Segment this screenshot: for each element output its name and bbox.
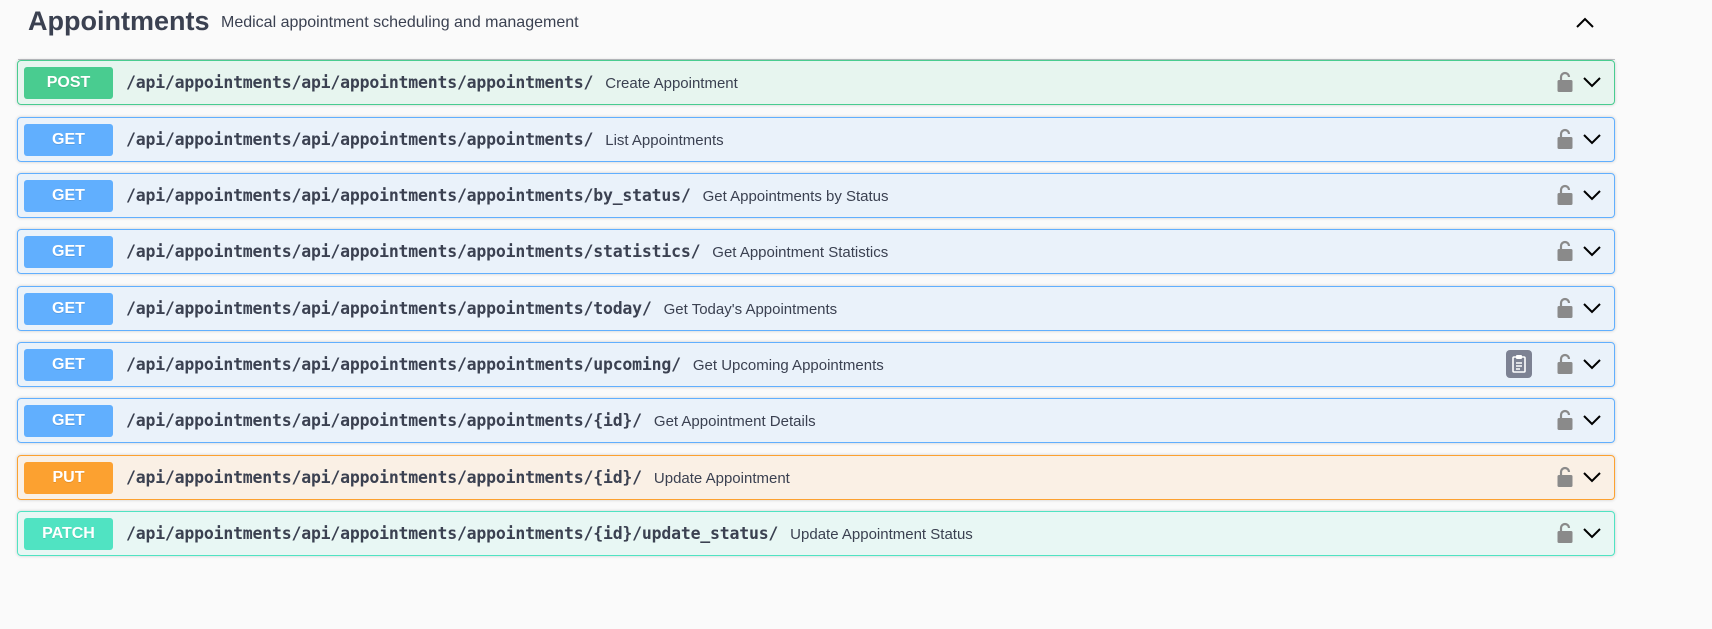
operation-put-update-appointment[interactable]: PUT /api/appointments/api/appointments/a… — [17, 455, 1615, 500]
operation-path: /api/appointments/api/appointments/appoi… — [126, 468, 790, 487]
lock-icon[interactable] — [1554, 296, 1576, 320]
lock-icon[interactable] — [1554, 352, 1576, 376]
method-badge: GET — [24, 124, 113, 156]
operation-summary: Get Appointments by Status — [702, 188, 889, 205]
operation-path: /api/appointments/api/appointments/appoi… — [126, 242, 889, 261]
method-badge: GET — [24, 405, 113, 437]
method-badge: PUT — [24, 462, 113, 494]
lock-icon[interactable] — [1554, 465, 1576, 489]
chevron-up-icon[interactable] — [1570, 8, 1600, 38]
operation-path: /api/appointments/api/appointments/appoi… — [126, 411, 816, 430]
chevron-down-icon[interactable] — [1581, 297, 1603, 319]
operation-summary: Update Appointment Status — [790, 526, 973, 543]
operation-summary: Get Appointment Statistics — [712, 244, 889, 261]
copy-to-clipboard-button[interactable] — [1506, 350, 1532, 378]
chevron-down-icon[interactable] — [1581, 522, 1603, 544]
method-badge: GET — [24, 293, 113, 325]
lock-icon[interactable] — [1554, 127, 1576, 151]
method-badge: GET — [24, 180, 113, 212]
lock-icon[interactable] — [1554, 239, 1576, 263]
method-badge: PATCH — [24, 518, 113, 550]
operation-summary: Update Appointment — [653, 470, 790, 487]
operation-get-upcoming[interactable]: GET /api/appointments/api/appointments/a… — [17, 342, 1615, 387]
operation-summary: Create Appointment — [605, 75, 738, 92]
chevron-down-icon[interactable] — [1581, 184, 1603, 206]
chevron-down-icon[interactable] — [1581, 466, 1603, 488]
lock-icon[interactable] — [1554, 70, 1576, 94]
operation-get-appointment-details[interactable]: GET /api/appointments/api/appointments/a… — [17, 398, 1615, 443]
method-badge: POST — [24, 67, 113, 99]
operation-get-statistics[interactable]: GET /api/appointments/api/appointments/a… — [17, 229, 1615, 274]
operation-get-by-status[interactable]: GET /api/appointments/api/appointments/a… — [17, 173, 1615, 218]
operation-summary: List Appointments — [605, 132, 724, 149]
lock-icon[interactable] — [1554, 521, 1576, 545]
operation-path: /api/appointments/api/appointments/appoi… — [126, 355, 884, 374]
tag-title: Appointments — [28, 6, 210, 36]
method-badge: GET — [24, 349, 113, 381]
appointments-section: Appointments Medical appointment schedul… — [0, 0, 1712, 629]
chevron-down-icon[interactable] — [1581, 71, 1603, 93]
operation-get-list-appointments[interactable]: GET /api/appointments/api/appointments/a… — [17, 117, 1615, 162]
chevron-down-icon[interactable] — [1581, 240, 1603, 262]
tag-header[interactable]: Appointments Medical appointment schedul… — [18, 0, 1615, 60]
operation-path: /api/appointments/api/appointments/appoi… — [126, 130, 724, 149]
operation-path: /api/appointments/api/appointments/appoi… — [126, 186, 889, 205]
lock-icon[interactable] — [1554, 183, 1576, 207]
operation-get-today[interactable]: GET /api/appointments/api/appointments/a… — [17, 286, 1615, 331]
operation-path: /api/appointments/api/appointments/appoi… — [126, 73, 738, 92]
copy-to-clipboard-icon — [1512, 355, 1526, 373]
chevron-down-icon[interactable] — [1581, 128, 1603, 150]
operation-patch-update-status[interactable]: PATCH /api/appointments/api/appointments… — [17, 511, 1615, 556]
operation-path: /api/appointments/api/appointments/appoi… — [126, 524, 973, 543]
operation-summary: Get Upcoming Appointments — [692, 357, 884, 374]
chevron-down-icon[interactable] — [1581, 409, 1603, 431]
operation-summary: Get Today's Appointments — [663, 301, 838, 318]
method-badge: GET — [24, 236, 113, 268]
operation-post-create-appointment[interactable]: POST /api/appointments/api/appointments/… — [17, 60, 1615, 105]
chevron-down-icon[interactable] — [1581, 353, 1603, 375]
operation-summary: Get Appointment Details — [653, 413, 816, 430]
lock-icon[interactable] — [1554, 408, 1576, 432]
operation-path: /api/appointments/api/appointments/appoi… — [126, 299, 838, 318]
tag-description: Medical appointment scheduling and manag… — [221, 14, 579, 31]
